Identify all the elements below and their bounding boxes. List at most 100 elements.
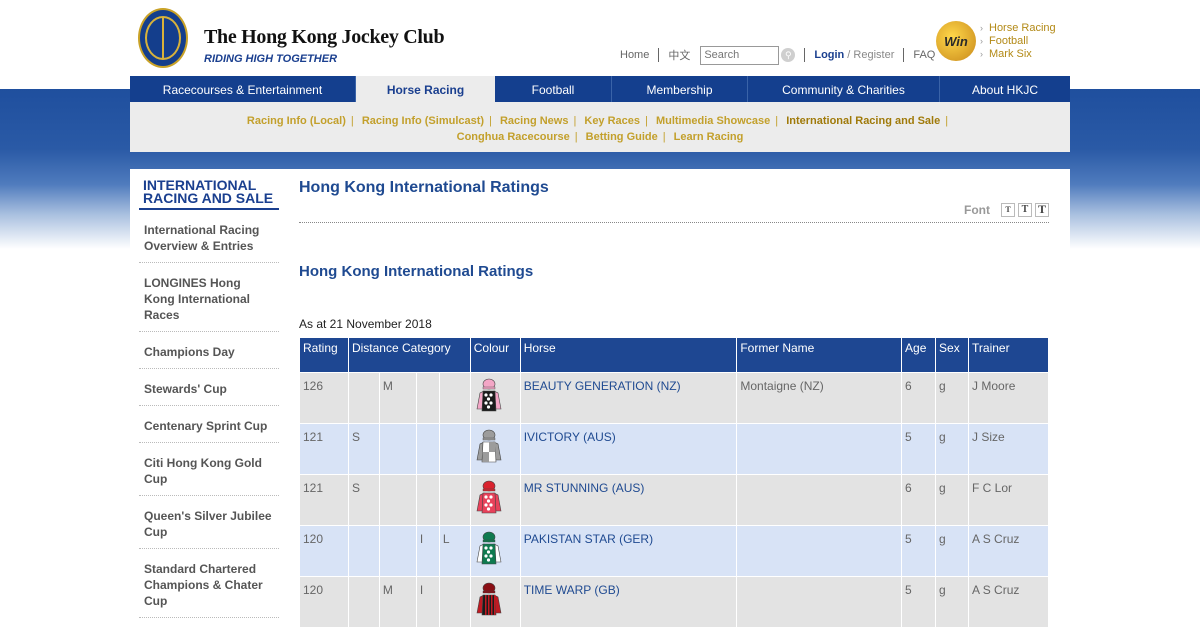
divider: [903, 48, 905, 62]
register-link[interactable]: / Register: [847, 49, 894, 61]
sidebar-item-citi-gold-cup[interactable]: Citi Hong Kong Gold Cup: [139, 443, 279, 496]
logo-title[interactable]: The Hong Kong Jockey Club: [204, 26, 445, 49]
header-sex: Sex: [935, 337, 970, 373]
sex-cell: g: [935, 372, 970, 424]
colour-cell: [469, 372, 521, 424]
divider: [804, 48, 806, 62]
distance-intermediate-cell: [415, 474, 440, 526]
divider: [658, 48, 660, 62]
sidebar-item-longines-hkir[interactable]: LONGINES Hong Kong International Races: [139, 263, 279, 332]
sidebar-item-stewards-cup[interactable]: Stewards' Cup: [139, 369, 279, 406]
nav-football[interactable]: Football: [495, 76, 612, 102]
table-row: 121 S MR STUNNING (AUS) 6 g F C Lor: [299, 474, 1049, 526]
utility-bar: Home 中文 ⚲ Login / Register FAQ: [620, 44, 935, 66]
nav-about-hkjc[interactable]: About HKJC: [940, 76, 1070, 102]
horse-name-link[interactable]: TIME WARP (GB): [519, 576, 738, 628]
sidebar-item-centenary-sprint-cup[interactable]: Centenary Sprint Cup: [139, 406, 279, 443]
font-medium-button[interactable]: T: [1018, 202, 1032, 217]
sidebar-item-champions-chater-cup[interactable]: Standard Chartered Champions & Chater Cu…: [139, 549, 279, 618]
chevron-right-icon: ›: [980, 49, 983, 59]
age-cell: 5: [901, 576, 937, 628]
subnav-multimedia-showcase[interactable]: Multimedia Showcase: [656, 115, 770, 127]
former-name-cell: Montaigne (NZ): [736, 372, 903, 424]
quick-link-mark-six[interactable]: › Mark Six: [980, 48, 1056, 61]
chinese-language-link[interactable]: 中文: [668, 47, 690, 63]
subnav-racing-info-local[interactable]: Racing Info (Local): [247, 115, 346, 127]
nav-horse-racing[interactable]: Horse Racing: [356, 76, 495, 102]
sex-cell: g: [935, 576, 970, 628]
hkjc-logo-icon[interactable]: [138, 8, 188, 68]
distance-mile-cell: [378, 525, 417, 577]
subnav-learn-racing[interactable]: Learn Racing: [674, 131, 744, 143]
subnav-international-racing-sale[interactable]: International Racing and Sale: [786, 115, 940, 127]
subnav-betting-guide[interactable]: Betting Guide: [586, 131, 658, 143]
distance-intermediate-cell: I: [415, 576, 440, 628]
main-navigation: Racecourses & Entertainment Horse Racing…: [130, 76, 1070, 102]
quick-link-horse-racing[interactable]: › Horse Racing: [980, 22, 1056, 35]
header-horse: Horse: [519, 337, 738, 373]
sidebar-item-queens-silver-jubilee-cup[interactable]: Queen's Silver Jubilee Cup: [139, 496, 279, 549]
former-name-cell: [736, 423, 903, 475]
horse-name-link[interactable]: IVICTORY (AUS): [519, 423, 738, 475]
former-name-cell: [736, 576, 903, 628]
ratings-body: 126 M BEAUTY GENERATION (NZ) Montaigne (NZ)…: [299, 372, 1049, 628]
rating-cell: 120: [299, 525, 349, 577]
chevron-right-icon: ›: [980, 23, 983, 33]
header-trainer: Trainer: [968, 337, 1049, 373]
font-large-button[interactable]: T: [1035, 202, 1049, 217]
rating-cell: 120: [299, 576, 349, 628]
jockey-silk-icon: [476, 378, 502, 412]
search-icon[interactable]: ⚲: [781, 48, 796, 62]
table-row: 120 I L PAKISTAN STAR (GER) 5 g A S Cruz: [299, 525, 1049, 577]
rating-cell: 121: [299, 423, 349, 475]
colour-cell: [469, 525, 521, 577]
section-title: Hong Kong International Ratings: [299, 263, 534, 280]
font-small-button[interactable]: T: [1001, 202, 1015, 217]
header-distance-category: Distance Category: [347, 337, 471, 373]
horse-name-link[interactable]: BEAUTY GENERATION (NZ): [519, 372, 738, 424]
distance-sprint-cell: S: [347, 474, 380, 526]
trainer-cell: F C Lor: [968, 474, 1049, 526]
jockey-silk-icon: [476, 582, 502, 616]
sub-navigation: Racing Info (Local) | Racing Info (Simulc…: [130, 102, 1070, 152]
page-title: Hong Kong International Ratings: [299, 179, 549, 196]
distance-long-cell: [438, 474, 471, 526]
table-row: 121 S IVICTORY (AUS) 5 g J Size: [299, 423, 1049, 475]
sex-cell: g: [935, 423, 970, 475]
header-rating: Rating: [299, 337, 349, 373]
win-badge-icon[interactable]: Win: [936, 21, 976, 61]
home-link[interactable]: Home: [620, 49, 649, 61]
subnav-key-races[interactable]: Key Races: [584, 115, 640, 127]
search-input[interactable]: [700, 45, 780, 65]
sidebar-item-champions-day[interactable]: Champions Day: [139, 332, 279, 369]
jockey-silk-icon: [476, 429, 502, 463]
distance-intermediate-cell: I: [415, 525, 440, 577]
rating-cell: 121: [299, 474, 349, 526]
age-cell: 6: [901, 474, 937, 526]
nav-community-charities[interactable]: Community & Charities: [748, 76, 940, 102]
former-name-cell: [736, 525, 903, 577]
subnav-conghua-racecourse[interactable]: Conghua Racecourse: [457, 131, 570, 143]
header-former-name: Former Name: [736, 337, 903, 373]
nav-racecourses-entertainment[interactable]: Racecourses & Entertainment: [130, 76, 356, 102]
subnav-racing-news[interactable]: Racing News: [500, 115, 568, 127]
distance-sprint-cell: [347, 372, 380, 424]
table-row: 126 M BEAUTY GENERATION (NZ) Montaigne (NZ)…: [299, 372, 1049, 424]
faq-link[interactable]: FAQ: [913, 49, 935, 61]
distance-mile-cell: M: [378, 576, 417, 628]
ratings-table: Rating Distance Category Colour Horse Fo…: [299, 337, 1049, 628]
content-area: INTERNATIONAL RACING AND SALE Internatio…: [130, 169, 1070, 630]
nav-membership[interactable]: Membership: [612, 76, 748, 102]
login-link[interactable]: Login: [814, 49, 844, 61]
subnav-racing-info-simulcast[interactable]: Racing Info (Simulcast): [362, 115, 484, 127]
chevron-right-icon: ›: [980, 36, 983, 46]
distance-sprint-cell: [347, 525, 380, 577]
quick-link-football[interactable]: › Football: [980, 35, 1056, 48]
horse-name-link[interactable]: MR STUNNING (AUS): [519, 474, 738, 526]
age-cell: 5: [901, 525, 937, 577]
trainer-cell: J Size: [968, 423, 1049, 475]
sidebar-item-international-racing-overview[interactable]: International Racing Overview & Entries: [139, 210, 279, 263]
trainer-cell: J Moore: [968, 372, 1049, 424]
horse-name-link[interactable]: PAKISTAN STAR (GER): [519, 525, 738, 577]
distance-long-cell: L: [438, 525, 471, 577]
